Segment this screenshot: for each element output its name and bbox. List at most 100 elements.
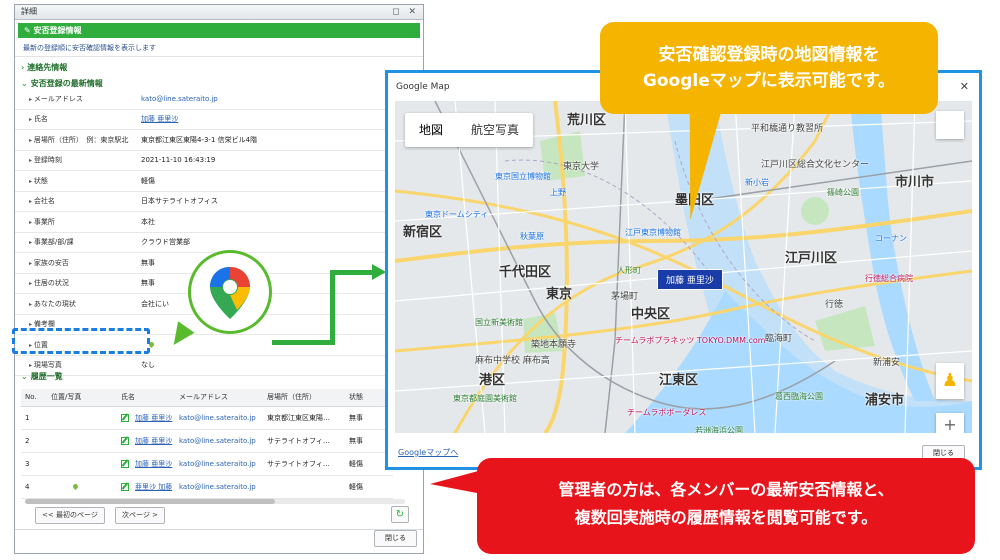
- row-value: 会社にい: [141, 299, 169, 308]
- user-location-marker[interactable]: 加藤 亜里沙: [657, 269, 723, 290]
- map-label: 新浦安: [873, 358, 901, 368]
- connector-line: [272, 340, 335, 345]
- edit-icon[interactable]: [121, 482, 129, 491]
- map-label: 人形町: [617, 266, 641, 275]
- footer-divider: [15, 529, 423, 530]
- table-row[interactable]: 3 加藤 亜里沙 kato@line.sateraito.jp サテライトオフィ…: [21, 452, 393, 476]
- chevron-down-icon: ⌄: [21, 372, 28, 381]
- col-header[interactable]: メールアドレス: [175, 389, 263, 407]
- history-table: No. 位置/写真 氏名 メールアドレス 居場所（住所） 状態 1 加藤 亜里沙…: [21, 389, 393, 499]
- row-value: 日本サテライトオフィス: [141, 197, 218, 206]
- map-label: チームラボボーダレス: [627, 408, 707, 417]
- group-contact[interactable]: › 連絡先情報: [15, 57, 423, 73]
- edit-icon: ✎: [24, 26, 34, 35]
- history-header-row: No. 位置/写真 氏名 メールアドレス 居場所（住所） 状態: [21, 389, 393, 407]
- zoom-in-button[interactable]: +: [936, 413, 964, 433]
- col-header[interactable]: 氏名: [117, 389, 175, 407]
- cell-name[interactable]: 加藤 亜里沙: [117, 429, 175, 453]
- map-label: 東京: [546, 287, 573, 302]
- cell-address: [263, 475, 345, 499]
- refresh-button[interactable]: ↻: [391, 506, 409, 523]
- location-pin-icon[interactable]: [71, 482, 80, 490]
- callout-top: 安否確認登録時の地図情報を Googleマップに表示可能です。: [600, 22, 938, 114]
- row-label: 現場写真: [15, 360, 141, 370]
- map-type-control: 地図 航空写真: [405, 113, 534, 147]
- map-label: 荒川区: [567, 113, 607, 128]
- horizontal-scrollbar[interactable]: [25, 499, 405, 504]
- history-title-label: 履歴一覧: [30, 372, 63, 381]
- row-label: メールアドレス: [15, 94, 141, 104]
- row-label: 住居の状況: [15, 278, 141, 288]
- row-label: 居場所（住所） 例：東京駅北: [15, 135, 141, 145]
- cell-name[interactable]: 加藤 亜里沙: [117, 452, 175, 476]
- history-title[interactable]: ⌄ 履歴一覧: [15, 371, 423, 385]
- first-page-button[interactable]: << 最初のページ: [35, 507, 105, 524]
- detail-close-button[interactable]: 閉じる: [374, 530, 417, 547]
- map-label: 新宿区: [403, 225, 443, 240]
- tab-map[interactable]: 地図: [405, 113, 457, 147]
- row-label: 事業部/部/課: [15, 237, 141, 247]
- map-label: 茅場町: [611, 292, 639, 302]
- google-maps-link[interactable]: Googleマップへ: [398, 447, 458, 458]
- map-label: 築地本願寺: [531, 340, 577, 350]
- row-value: クラウド営業部: [141, 238, 190, 247]
- next-page-button[interactable]: 次ページ >: [115, 507, 165, 524]
- map-label: 江戸川区: [785, 251, 838, 266]
- cell-name-text[interactable]: 加藤 亜里沙: [135, 437, 172, 445]
- close-icon[interactable]: ✕: [960, 73, 969, 101]
- edit-icon[interactable]: [121, 413, 129, 422]
- table-row[interactable]: 4 亜里沙 加藤 kato@line.sateraito.jp 軽傷: [21, 475, 393, 499]
- detail-row-name: 氏名加藤 亜里沙: [15, 110, 423, 130]
- row-value: なし: [141, 361, 155, 370]
- google-maps-logo-icon: [188, 250, 272, 334]
- callout-tail: [430, 470, 482, 494]
- callout-bottom-line2: 複数回実施時の履歴情報を閲覧可能です。: [574, 508, 878, 527]
- map-label: 篠崎公園: [827, 188, 859, 197]
- row-value: 東京都江東区東陽4-3-1 信栄ビル4階: [141, 135, 258, 144]
- detail-titlebar: 詳細 ◻ ✕: [15, 5, 423, 20]
- cell-name-text[interactable]: 加藤 亜里沙: [135, 460, 172, 468]
- group-latest[interactable]: ⌄ 安否登録の最新情報: [15, 73, 423, 89]
- row-value: 本社: [141, 217, 155, 226]
- map-label: 東京国立博物館: [495, 172, 551, 181]
- map-label: 江東区: [659, 373, 699, 388]
- street-view-pegman-icon[interactable]: ♟: [936, 363, 964, 399]
- col-header[interactable]: 居場所（住所）: [263, 389, 345, 407]
- scrollbar-thumb[interactable]: [25, 499, 275, 504]
- col-header[interactable]: 位置/写真: [47, 389, 117, 407]
- row-label: 状態: [15, 176, 141, 186]
- map-label: 秋葉原: [520, 232, 544, 241]
- section-header-label: 安否登録情報: [33, 26, 82, 35]
- connector-line: [330, 270, 376, 275]
- cell-pin[interactable]: [47, 475, 117, 499]
- window-controls[interactable]: ◻ ✕: [392, 5, 419, 19]
- edit-icon[interactable]: [121, 436, 129, 445]
- row-label: 登録時刻: [15, 155, 141, 165]
- cell-name[interactable]: 加藤 亜里沙: [117, 406, 175, 430]
- callout-bottom-line1: 管理者の方は、各メンバーの最新安否情報と、: [558, 480, 894, 499]
- cell-name[interactable]: 亜里沙 加藤: [117, 475, 175, 499]
- tab-satellite[interactable]: 航空写真: [457, 113, 533, 147]
- cell-name-text[interactable]: 亜里沙 加藤: [135, 483, 172, 491]
- cell-email: kato@line.sateraito.jp: [175, 406, 263, 430]
- row-value: 軽傷: [141, 176, 155, 185]
- refresh-icon: ↻: [395, 509, 405, 520]
- cell-address: サテライトオフィ…: [263, 452, 345, 476]
- location-row-highlight: [12, 328, 150, 354]
- fullscreen-button[interactable]: [936, 111, 964, 139]
- map-label: 中央区: [631, 307, 671, 322]
- chevron-down-icon: ⌄: [21, 79, 28, 88]
- row-value-link[interactable]: 加藤 亜里沙: [141, 114, 423, 124]
- col-header[interactable]: No.: [21, 389, 47, 407]
- map-label: 東京大学: [563, 162, 600, 172]
- section-header: ✎ 安否登録情報: [18, 23, 420, 38]
- table-row[interactable]: 2 加藤 亜里沙 kato@line.sateraito.jp サテライトオフィ…: [21, 429, 393, 453]
- edit-icon[interactable]: [121, 459, 129, 468]
- map-label: 平和橋通り教習所: [751, 124, 824, 134]
- table-row[interactable]: 1 加藤 亜里沙 kato@line.sateraito.jp 東京都江東区東陽…: [21, 406, 393, 430]
- map-label: 上野: [550, 188, 566, 197]
- cell-name-text[interactable]: 加藤 亜里沙: [135, 414, 172, 422]
- map-label: 江戸川区総合文化センター: [761, 160, 870, 170]
- cell-pin: [47, 452, 117, 476]
- map-label: 東京ドームシティ: [425, 210, 489, 219]
